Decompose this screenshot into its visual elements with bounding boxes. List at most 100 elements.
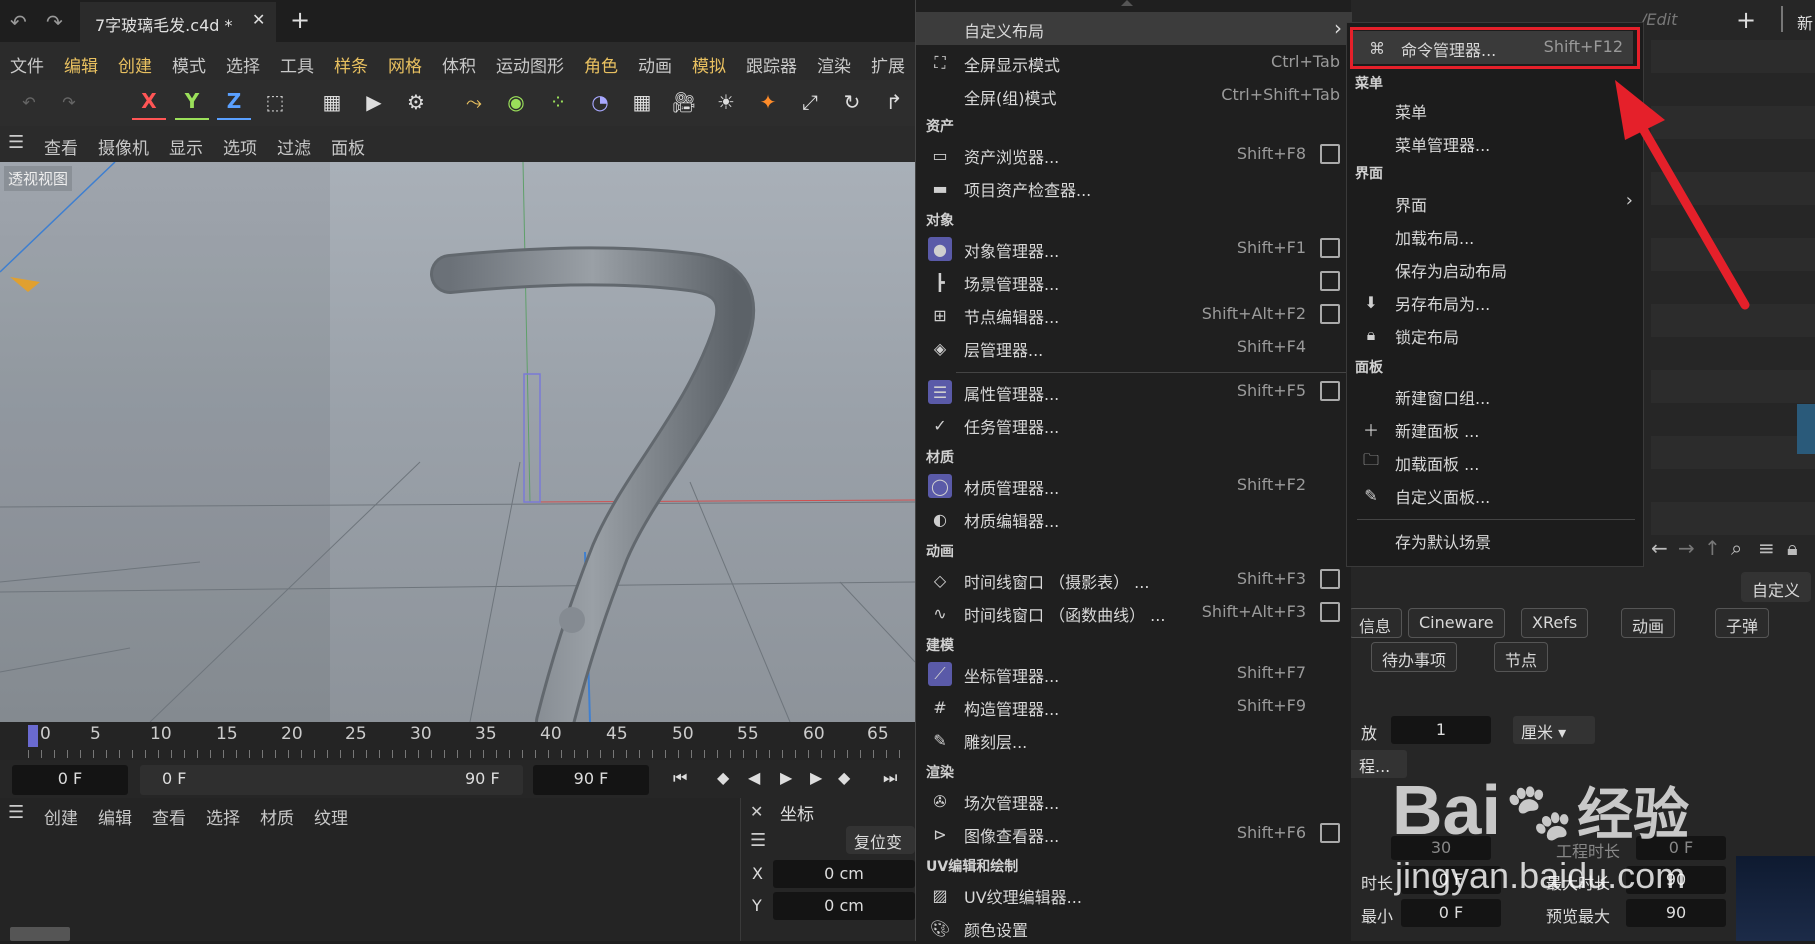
hamburger-icon[interactable]: ☰ <box>8 132 24 153</box>
playhead[interactable] <box>28 725 38 747</box>
redo-icon[interactable]: ↷ <box>52 84 86 120</box>
menu-select[interactable]: 选择 <box>226 57 260 77</box>
layout-toggle[interactable] <box>10 927 70 941</box>
scale-field[interactable]: 1 <box>1391 716 1491 744</box>
chip-todo[interactable]: 待办事项 <box>1371 642 1458 672</box>
menu-simulate[interactable]: 模拟 <box>692 57 726 77</box>
menu-volume[interactable]: 体积 <box>442 57 476 77</box>
next-key-icon[interactable]: ◆ <box>838 768 850 787</box>
go-to-start-icon[interactable]: ⏮ <box>673 768 687 788</box>
external-window-icon[interactable] <box>1320 823 1340 843</box>
chip-animation[interactable]: 动画 <box>1621 608 1676 638</box>
menu-tracker[interactable]: 跟踪器 <box>746 57 797 77</box>
chip-cineware[interactable]: Cineware <box>1408 608 1505 638</box>
scale-tool-icon[interactable]: ⤢ <box>793 84 827 120</box>
forward-arrow-icon[interactable]: → <box>1678 536 1695 560</box>
menu-spline[interactable]: 样条 <box>334 57 368 77</box>
menu-item-scene-manager[interactable]: ┣ 场景管理器... <box>916 265 1352 298</box>
menu-character[interactable]: 角色 <box>584 57 618 77</box>
edit-tab[interactable]: /Edit <box>1641 10 1677 29</box>
menu-item-fullscreen-group[interactable]: 全屏(组)模式 Ctrl+Shift+Tab <box>916 79 1352 112</box>
mat-menu-edit[interactable]: 编辑 <box>98 809 132 829</box>
menu-file[interactable]: 文件 <box>10 57 44 77</box>
mat-menu-view[interactable]: 查看 <box>152 809 186 829</box>
menu-tools[interactable]: 工具 <box>280 57 314 77</box>
menu-item-timeline-dopesheet[interactable]: ◇ 时间线窗口 （摄影表） ... Shift+F3 <box>916 563 1352 596</box>
chip-info[interactable]: 信息 <box>1349 608 1403 638</box>
menu-item-asset-browser[interactable]: ▭ 资产浏览器... Shift+F8 <box>916 138 1352 171</box>
mat-menu-texture[interactable]: 纹理 <box>314 809 348 829</box>
menu-item-color-settings[interactable]: 🎨︎ 颜色设置 <box>916 911 1352 944</box>
menu-item-uv-editor[interactable]: ▨ UV纹理编辑器... <box>916 878 1352 911</box>
subdivision-icon[interactable]: ◉ <box>499 84 533 120</box>
render-picture-viewer-icon[interactable]: ▶ <box>357 84 391 120</box>
menu-edit[interactable]: 编辑 <box>64 57 98 77</box>
snap-icon[interactable]: ✦ <box>751 84 785 120</box>
menu-item-timeline-fcurve[interactable]: ∿ 时间线窗口 （函数曲线） ... Shift+Alt+F3 <box>916 596 1352 629</box>
end-frame-field[interactable]: 90 F <box>533 765 649 795</box>
up-arrow-icon[interactable]: ↑ <box>1704 536 1721 560</box>
camera-icon[interactable]: 🎥︎ <box>667 84 701 120</box>
custom-button[interactable]: 自定义 <box>1741 572 1812 602</box>
close-icon[interactable]: ✕ <box>750 802 763 821</box>
mat-menu-select[interactable]: 选择 <box>206 809 240 829</box>
menu-item-material-editor[interactable]: ◐ 材质编辑器... <box>916 502 1352 535</box>
hamburger-icon[interactable]: ☰ <box>750 830 766 851</box>
x-axis-button[interactable]: X <box>132 84 166 120</box>
menu-item-project-asset-inspector[interactable]: ▬ 项目资产检查器... <box>916 171 1352 204</box>
mat-menu-material[interactable]: 材质 <box>260 809 294 829</box>
external-window-icon[interactable] <box>1320 271 1340 291</box>
menu-item-picture-viewer[interactable]: ⊳ 图像查看器... Shift+F6 <box>916 817 1352 850</box>
submenu-item-lock-layout[interactable]: 🔒︎ 锁定布局 <box>1347 318 1645 351</box>
submenu-item-new-panel[interactable]: ＋ 新建面板 ... <box>1347 412 1645 445</box>
rotate-tool-icon[interactable]: ↻ <box>835 84 869 120</box>
mat-menu-create[interactable]: 创建 <box>44 809 78 829</box>
chip-xrefs[interactable]: XRefs <box>1521 608 1589 638</box>
menu-mograph[interactable]: 运动图形 <box>496 57 564 77</box>
menu-item-node-editor[interactable]: ⊞ 节点编辑器... Shift+Alt+F2 <box>916 298 1352 331</box>
menu-item-object-manager[interactable]: ● 对象管理器... Shift+F1 <box>916 232 1352 265</box>
submenu-item-new-window-group[interactable]: 新建窗口组... <box>1347 379 1645 412</box>
light-icon[interactable]: ☀ <box>709 84 743 120</box>
external-window-icon[interactable] <box>1320 569 1340 589</box>
undo-icon[interactable]: ↶ <box>10 10 27 34</box>
menu-item-attribute-manager[interactable]: ☰ 属性管理器... Shift+F5 <box>916 375 1352 408</box>
coord-x-field[interactable]: 0 cm <box>773 860 915 888</box>
menu-item-layer-manager[interactable]: ◈ 层管理器... Shift+F4 <box>916 331 1352 364</box>
menu-item-custom-layout[interactable]: 自定义布局 › <box>916 12 1352 45</box>
submenu-item-save-default-scene[interactable]: 存为默认场景 <box>1347 523 1645 556</box>
view-menu-panel[interactable]: 面板 <box>331 139 365 159</box>
unit-dropdown[interactable]: 厘米 ▾ <box>1513 716 1595 744</box>
view-menu-camera[interactable]: 摄像机 <box>98 139 149 159</box>
redo-icon[interactable]: ↷ <box>46 10 63 34</box>
chip-bullet[interactable]: 子弹 <box>1715 608 1770 638</box>
play-icon[interactable]: ▶ <box>780 768 792 787</box>
external-window-icon[interactable] <box>1320 304 1340 324</box>
prev-frame-icon[interactable]: ◀ <box>748 768 760 787</box>
floor-grid-icon[interactable]: ▦ <box>625 84 659 120</box>
menu-mesh[interactable]: 网格 <box>388 57 422 77</box>
menu-item-fullscreen[interactable]: ⛶ 全屏显示模式 Ctrl+Tab <box>916 46 1352 79</box>
view-menu-view[interactable]: 查看 <box>44 139 78 159</box>
menu-extensions[interactable]: 扩展 <box>871 57 905 77</box>
submenu-item-customize-panel[interactable]: ✎ 自定义面板... <box>1347 478 1645 511</box>
view-menu-options[interactable]: 选项 <box>223 139 257 159</box>
add-tab-button[interactable]: + <box>1736 6 1756 34</box>
coordinate-system-icon[interactable]: ⬚ <box>258 84 292 120</box>
submenu-item-load-panel[interactable]: 🗀 加载面板 ... <box>1347 445 1645 478</box>
menu-item-coordinate-manager[interactable]: ⟋ 坐标管理器... Shift+F7 <box>916 657 1352 690</box>
menu-mode[interactable]: 模式 <box>172 57 206 77</box>
next-frame-icon[interactable]: ▶ <box>810 768 822 787</box>
cloner-icon[interactable]: ⁘ <box>541 84 575 120</box>
render-settings-icon[interactable]: ⚙ <box>399 84 433 120</box>
external-window-icon[interactable] <box>1320 381 1340 401</box>
external-window-icon[interactable] <box>1320 602 1340 622</box>
menu-item-sculpt-layers[interactable]: ✎ 雕刻层... <box>916 723 1352 756</box>
close-tab-icon[interactable]: ✕ <box>252 10 265 29</box>
spline-pen-icon[interactable]: ⤳ <box>457 84 491 120</box>
render-view-icon[interactable]: ▦ <box>315 84 349 120</box>
view-menu-filter[interactable]: 过滤 <box>277 139 311 159</box>
external-window-icon[interactable] <box>1320 238 1340 258</box>
view-menu-display[interactable]: 显示 <box>169 139 203 159</box>
new-tab-button[interactable]: + <box>290 6 310 34</box>
